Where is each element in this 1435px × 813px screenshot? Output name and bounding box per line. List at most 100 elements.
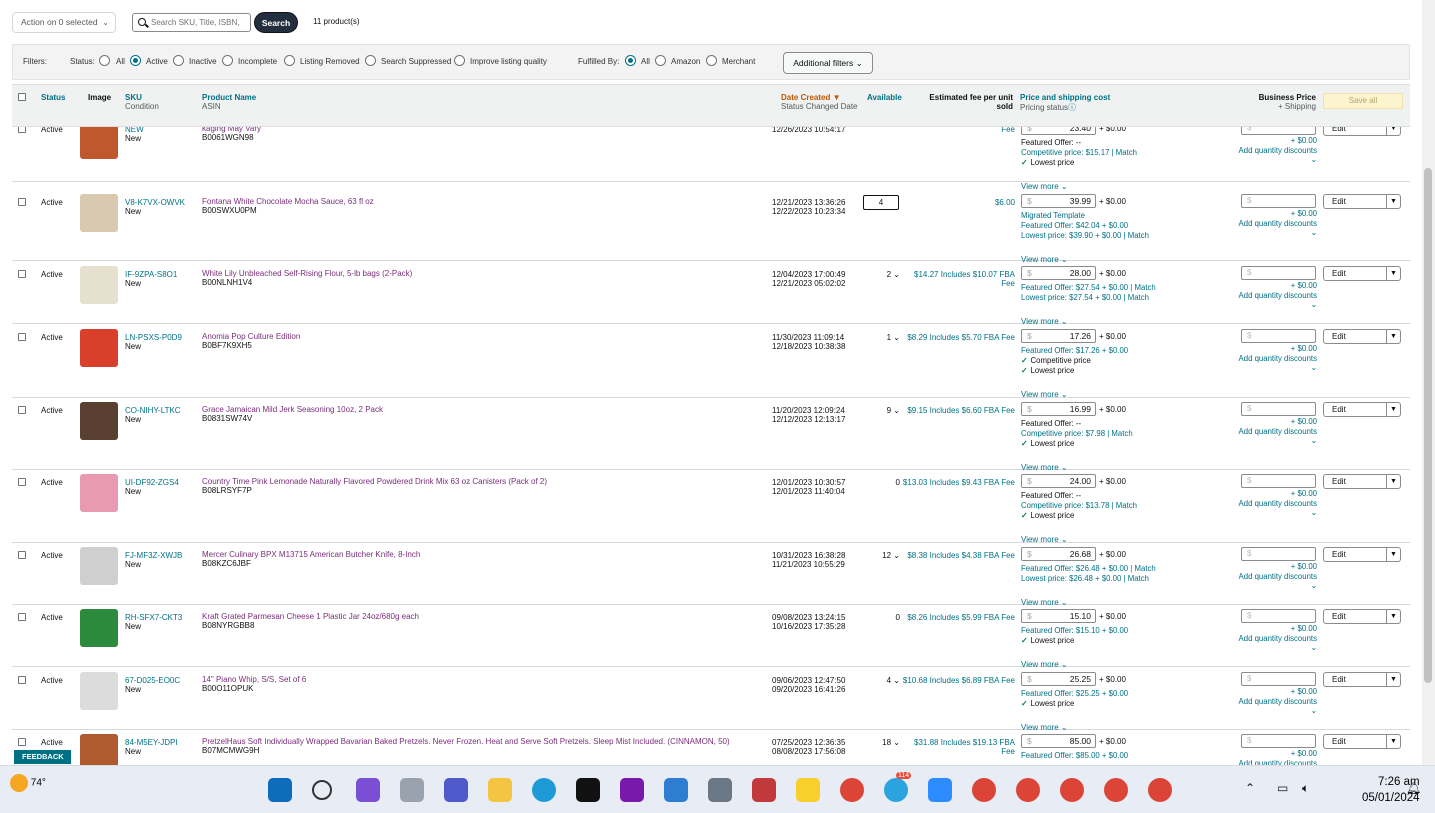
product-name-link[interactable]: kaging May Vary B0061WGN98	[202, 127, 772, 142]
product-name-link[interactable]: White Lily Unbleached Self-Rising Flour,…	[202, 269, 772, 287]
estimated-fee[interactable]: $31.88 Includes $19.13 FBA Fee	[900, 738, 1015, 756]
select-all-checkbox[interactable]	[18, 93, 26, 101]
row-checkbox[interactable]	[18, 613, 26, 621]
edit-button[interactable]: Edit ▼	[1323, 127, 1401, 136]
available-quantity[interactable]: 1 ⌄	[862, 333, 900, 342]
scrollbar[interactable]	[1422, 0, 1435, 765]
row-checkbox[interactable]	[18, 198, 26, 206]
row-checkbox[interactable]	[18, 270, 26, 278]
chevron-down-icon[interactable]: ⌄	[1232, 706, 1317, 716]
header-product-name[interactable]: Product Name ASIN	[202, 93, 256, 111]
chevron-down-icon[interactable]: ▼	[1386, 673, 1400, 686]
product-image[interactable]	[80, 402, 118, 440]
chevron-down-icon[interactable]: ▼	[1386, 610, 1400, 623]
row-checkbox[interactable]	[18, 551, 26, 559]
chevron-down-icon[interactable]: ▼	[1386, 267, 1400, 280]
snipping-tool-icon[interactable]	[752, 778, 776, 802]
header-status[interactable]: Status	[41, 93, 65, 102]
edge-icon[interactable]	[532, 778, 556, 802]
weather-widget[interactable]: 74°	[10, 774, 46, 792]
chevron-up-icon[interactable]: ⌃	[1245, 781, 1255, 795]
product-name-link[interactable]: 14" Piano Whip, S/S, Set of 6 B00O11OPUK	[202, 675, 772, 693]
telegram-icon[interactable]: 114	[884, 772, 912, 802]
chevron-down-icon[interactable]: ▼	[1386, 475, 1400, 488]
estimated-fee[interactable]: $14.27 Includes $10.07 FBA Fee	[900, 270, 1015, 288]
row-checkbox[interactable]	[18, 127, 26, 133]
zoom-icon[interactable]	[928, 778, 952, 802]
status-option-inactive[interactable]: Inactive	[189, 57, 217, 66]
add-quantity-discounts-link[interactable]: Add quantity discounts	[1232, 291, 1317, 301]
notification-bell-icon[interactable]: 🔔︎	[1406, 781, 1421, 795]
pricing-status-line[interactable]: Competitive price: $15.17 | Match	[1021, 148, 1221, 158]
price-input[interactable]: $16.99	[1021, 402, 1096, 416]
business-price-input[interactable]: $	[1241, 127, 1316, 135]
status-radio-inactive[interactable]	[173, 55, 184, 66]
business-price-input[interactable]: $	[1241, 547, 1316, 561]
quantity-input[interactable]: 4	[863, 195, 899, 210]
estimated-fee[interactable]: $8.26 Includes $5.99 FBA Fee	[900, 613, 1015, 622]
product-name-link[interactable]: Country Time Pink Lemonade Naturally Fla…	[202, 477, 772, 495]
chevron-down-icon[interactable]: ⌄	[1232, 643, 1317, 653]
bulk-action-dropdown[interactable]: Action on 0 selected ⌄	[12, 12, 116, 33]
netflix-icon[interactable]	[576, 778, 600, 802]
chevron-down-icon[interactable]: ⌄	[1232, 508, 1317, 518]
chrome-profile-icon[interactable]	[1104, 778, 1128, 802]
chrome-profile-icon[interactable]	[1016, 778, 1040, 802]
product-image[interactable]	[80, 734, 118, 765]
product-name-link[interactable]: Mercer Culinary BPX M13715 American Butc…	[202, 550, 772, 568]
chevron-down-icon[interactable]: ⌄	[1232, 436, 1317, 446]
pricing-status-line[interactable]: Featured Offer: $26.48 + $0.00 | Match	[1021, 564, 1221, 574]
chevron-down-icon[interactable]: ⌄	[1232, 228, 1317, 238]
product-image[interactable]	[80, 672, 118, 710]
chevron-down-icon[interactable]: ▼	[1386, 403, 1400, 416]
fulfilled-option-all[interactable]: All	[641, 57, 650, 66]
sku-link[interactable]: FJ-MF3Z-XWJB New	[125, 551, 182, 569]
sku-link[interactable]: UI-DF92-ZGS4 New	[125, 478, 179, 496]
start-icon[interactable]	[268, 778, 292, 802]
teams-icon[interactable]	[444, 778, 468, 802]
add-quantity-discounts-link[interactable]: Add quantity discounts	[1232, 146, 1317, 156]
product-image[interactable]	[80, 194, 118, 232]
chevron-down-icon[interactable]: ▼	[1386, 195, 1400, 208]
available-quantity[interactable]: 18 ⌄	[862, 738, 900, 747]
product-name-link[interactable]: Fontana White Chocolate Mocha Sauce, 63 …	[202, 197, 772, 215]
fulfilled-radio-amazon[interactable]	[655, 55, 666, 66]
network-icon[interactable]: ▭	[1277, 781, 1288, 795]
chevron-down-icon[interactable]: ▼	[1386, 127, 1400, 135]
product-name-link[interactable]: Grace Jamaican Mild Jerk Seasoning 10oz,…	[202, 405, 772, 423]
estimated-fee[interactable]: $6.00	[900, 198, 1015, 207]
chevron-down-icon[interactable]: ⌄	[1232, 155, 1317, 165]
pricing-status-line[interactable]: Lowest price: $26.48 + $0.00 | Match	[1021, 574, 1221, 584]
row-checkbox[interactable]	[18, 676, 26, 684]
product-image[interactable]	[80, 127, 118, 159]
product-image[interactable]	[80, 474, 118, 512]
edit-button[interactable]: Edit ▼	[1323, 672, 1401, 687]
estimated-fee[interactable]: Fee	[900, 127, 1015, 134]
add-quantity-discounts-link[interactable]: Add quantity discounts	[1232, 634, 1317, 644]
edit-button[interactable]: Edit ▼	[1323, 609, 1401, 624]
chevron-down-icon[interactable]: ⌄	[1232, 581, 1317, 591]
product-image[interactable]	[80, 609, 118, 647]
feedback-button[interactable]: FEEDBACK ✕	[14, 750, 71, 775]
chevron-down-icon[interactable]: ▼	[1386, 735, 1400, 748]
add-quantity-discounts-link[interactable]: Add quantity discounts	[1232, 499, 1317, 509]
available-quantity[interactable]: 0	[862, 613, 900, 622]
row-checkbox[interactable]	[18, 333, 26, 341]
header-sku[interactable]: SKU Condition	[125, 93, 159, 111]
price-input[interactable]: $28.00	[1021, 266, 1096, 280]
pricing-status-line[interactable]: Lowest price: $27.54 + $0.00 | Match	[1021, 293, 1221, 303]
price-input[interactable]: $24.00	[1021, 474, 1096, 488]
scrollbar-thumb[interactable]	[1424, 168, 1432, 683]
status-radio-improve[interactable]	[454, 55, 465, 66]
header-available[interactable]: Available	[867, 93, 902, 102]
price-input[interactable]: $85.00	[1021, 734, 1096, 748]
business-price-input[interactable]: $	[1241, 474, 1316, 488]
edit-button[interactable]: Edit ▼	[1323, 194, 1401, 209]
status-option-incomplete[interactable]: Incomplete	[238, 57, 277, 66]
product-name-link[interactable]: Kraft Grated Parmesan Cheese 1 Plastic J…	[202, 612, 772, 630]
chevron-down-icon[interactable]: ▼	[1386, 330, 1400, 343]
sku-link[interactable]: 84-M5EY-JDPI New	[125, 738, 178, 756]
estimated-fee[interactable]: $10.68 Includes $6.89 FBA Fee	[900, 676, 1015, 685]
edit-button[interactable]: Edit ▼	[1323, 266, 1401, 281]
row-checkbox[interactable]	[18, 406, 26, 414]
